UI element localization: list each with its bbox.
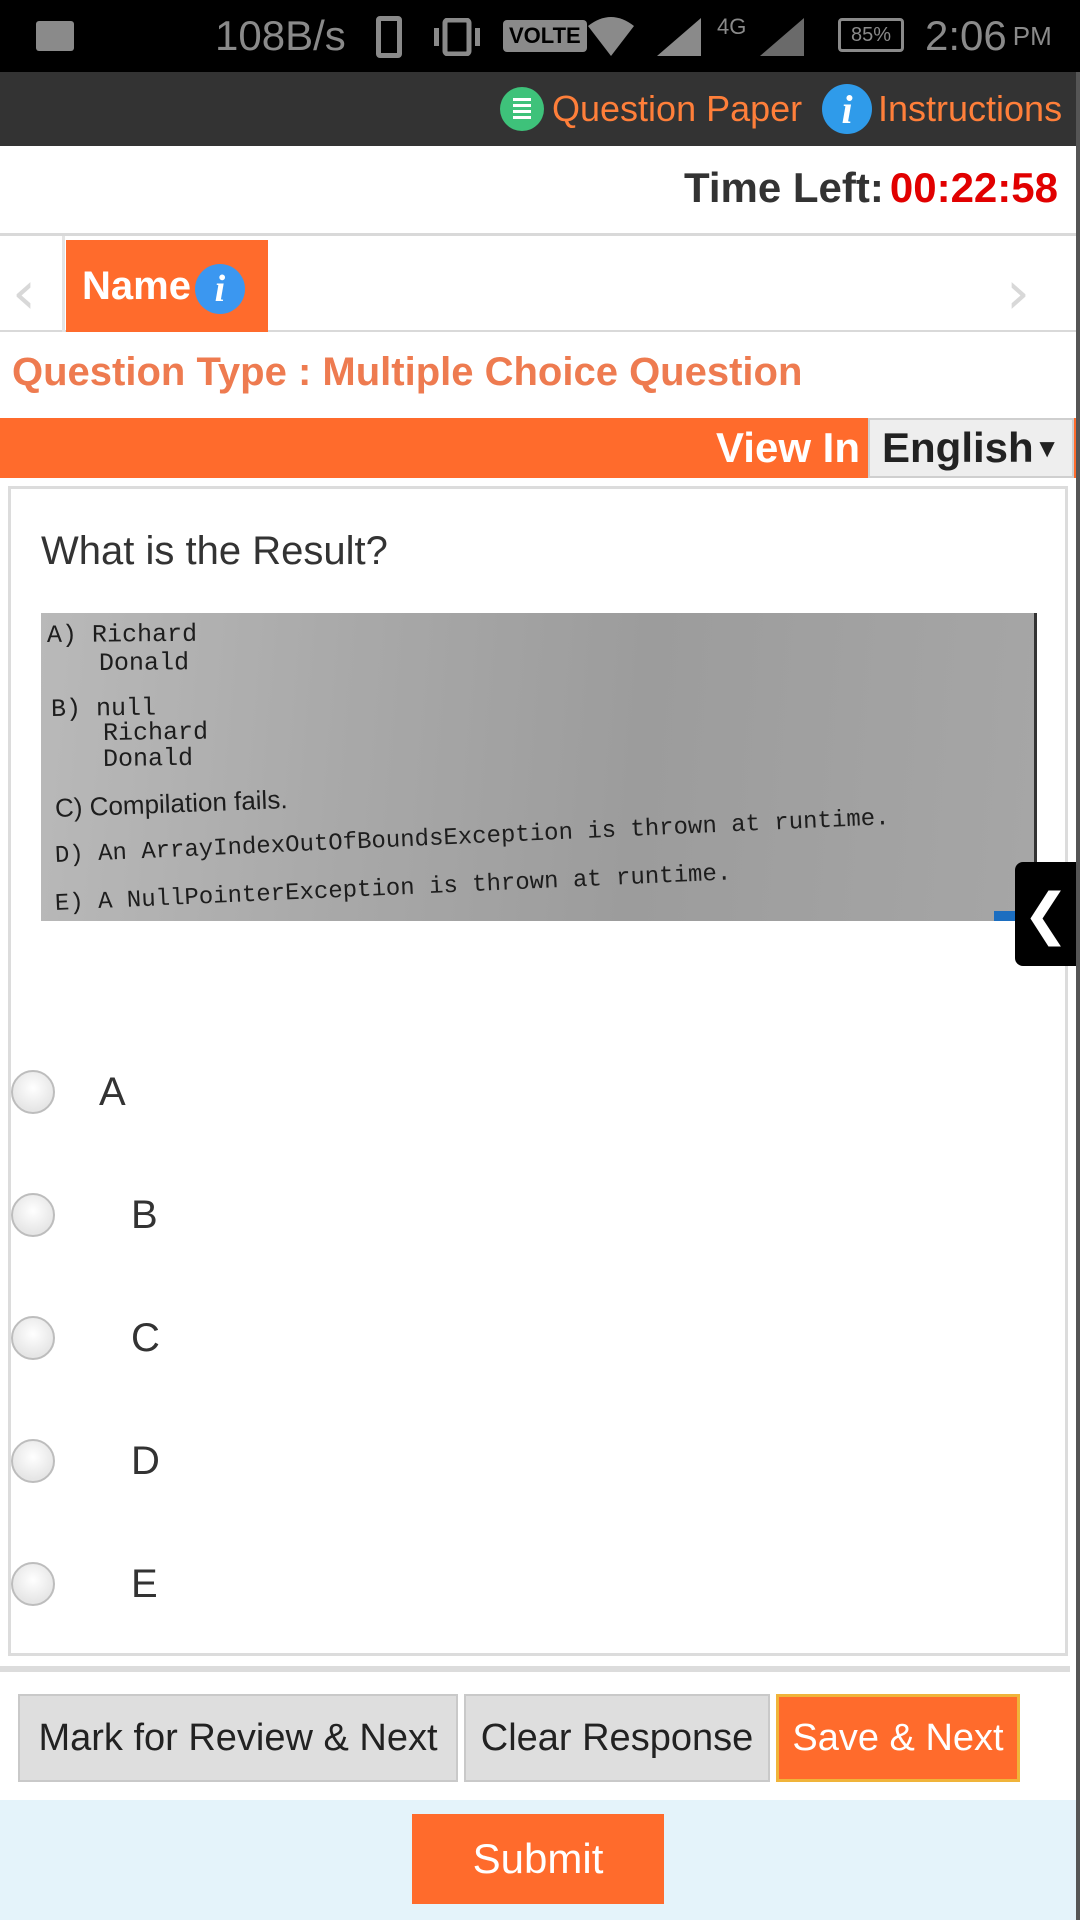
image-line: Donald (98, 648, 190, 678)
top-nav: Question Paper i Instructions (0, 72, 1080, 146)
option-label: E (131, 1561, 158, 1606)
section-tabs: ‹ Name i › (0, 236, 1080, 332)
option-e[interactable]: E (11, 1544, 711, 1624)
tab-name[interactable]: Name i (66, 240, 268, 332)
tab-divider (62, 236, 65, 332)
option-a[interactable]: A (11, 1052, 711, 1132)
timer-label: Time Left: (683, 164, 884, 211)
network-type: 4G (717, 14, 747, 39)
radio-button[interactable] (11, 1439, 55, 1483)
view-in-label: View In (716, 424, 860, 471)
wifi-icon (586, 14, 636, 58)
network-speed: 108B/s (215, 12, 346, 59)
question-image: A) Richard Donald B) null Richard Donald… (41, 613, 1037, 921)
radio-button[interactable] (11, 1316, 55, 1360)
signal-icon (655, 16, 705, 58)
image-line: E) A NullPointerException is thrown at r… (54, 860, 732, 918)
option-c[interactable]: C (11, 1298, 711, 1378)
submit-button[interactable]: Submit (412, 1814, 664, 1904)
info-icon[interactable]: i (194, 264, 245, 314)
image-line: Donald (102, 743, 194, 774)
question-type: Question Type : Multiple Choice Question (12, 350, 803, 394)
option-label: B (131, 1192, 158, 1237)
info-icon: i (822, 84, 872, 134)
instructions-link[interactable]: i Instructions (822, 72, 1062, 146)
radio-button[interactable] (11, 1070, 55, 1114)
language-value: English (882, 424, 1034, 471)
battery-icon: 85% (838, 18, 904, 52)
submit-bar: Submit (0, 1800, 1080, 1920)
timer: Time Left: 00:22:58 (684, 164, 1058, 212)
vibrate-icon (430, 18, 484, 56)
clock-ampm: PM (1012, 20, 1052, 51)
question-paper-icon (500, 87, 544, 131)
question-panel: What is the Result? A) Richard Donald B)… (8, 486, 1068, 1656)
tab-next-arrow[interactable]: › (1006, 258, 1030, 328)
timer-row: Time Left: 00:22:58 (0, 146, 1080, 236)
scrollbar[interactable] (1076, 72, 1080, 1920)
action-bar: Mark for Review & Next Clear Response Sa… (0, 1666, 1070, 1800)
radio-button[interactable] (11, 1562, 55, 1606)
phone-icon (376, 16, 402, 58)
save-next-button[interactable]: Save & Next (776, 1694, 1020, 1782)
chevron-left-icon[interactable]: ❮ (1015, 862, 1077, 966)
clock-time: 2:06 (925, 12, 1007, 59)
question-text: What is the Result? (41, 529, 388, 573)
option-label: D (131, 1438, 160, 1483)
question-paper-label: Question Paper (552, 88, 803, 129)
image-line: C) Compilation fails. (54, 784, 289, 823)
instructions-label: Instructions (878, 88, 1063, 129)
language-select[interactable]: English ▼ (868, 418, 1074, 478)
tab-name-label: Name (82, 263, 191, 308)
option-d[interactable]: D (11, 1421, 711, 1501)
question-paper-link[interactable]: Question Paper (500, 72, 802, 146)
timer-value: 00:22:58 (889, 164, 1058, 211)
option-label: A (99, 1069, 126, 1114)
clear-response-button[interactable]: Clear Response (464, 1694, 770, 1782)
view-in-bar: View In English ▼ (0, 418, 1080, 478)
status-bar: 108B/s VOLTE 4G 85% 2:06 PM (0, 0, 1080, 72)
signal-icon (758, 16, 808, 58)
clock: 2:06 PM (925, 0, 1052, 72)
mark-review-next-button[interactable]: Mark for Review & Next (18, 1694, 458, 1782)
option-label: C (131, 1315, 160, 1360)
tab-prev-arrow[interactable]: ‹ (12, 258, 36, 328)
image-line: A) Richard (46, 619, 198, 650)
chevron-down-icon: ▼ (1034, 432, 1060, 463)
option-b[interactable]: B (11, 1175, 711, 1255)
volte-badge: VOLTE (503, 20, 587, 52)
radio-button[interactable] (11, 1193, 55, 1237)
gallery-icon (36, 21, 74, 51)
